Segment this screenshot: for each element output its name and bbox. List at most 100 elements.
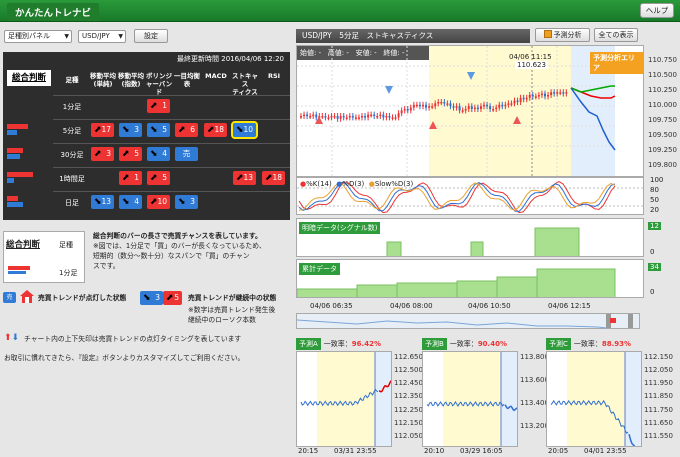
sell-strength-bar — [7, 130, 17, 135]
signal-grid: 最終更新時間 2016/04/06 12:20 総合判断 足種 移動平均 (単純… — [3, 52, 290, 220]
row-divider — [53, 95, 290, 96]
signal-cell-value: 10 — [157, 197, 167, 206]
main-chart[interactable]: 始値: - 高値: - 安値: - 終値: - 04/06 11:15 110.… — [296, 45, 644, 177]
signal-cell[interactable]: ⬊ 3 — [175, 195, 198, 209]
checkbox-icon[interactable] — [543, 30, 552, 38]
signal-cell-value: 5 — [162, 125, 167, 134]
desc-line: 総合判断のバーの長さで売買チャンスを表しています。 — [93, 232, 262, 240]
forecast-x-tick: 20:05 — [548, 447, 569, 455]
signal-count-zero: 0 — [650, 248, 655, 256]
signal-cell[interactable]: ⬈ 18 — [204, 123, 227, 137]
signal-cell[interactable]: ⬊ 4 — [119, 195, 142, 209]
y-tick: 20 — [650, 206, 659, 214]
forecast-chart[interactable] — [296, 351, 392, 447]
legend-buy-cell-value: 5 — [174, 293, 179, 302]
forecast-y-tick: 113.600 — [520, 376, 549, 384]
buy-house-icon — [20, 290, 34, 303]
desc-line: ※図では、1分足で「買」のバーが長くなっているため、 — [93, 242, 266, 250]
forecast-header[interactable]: 予測C 一致率：88.93% — [546, 338, 631, 350]
y-tick: 110.750 — [648, 56, 677, 64]
forecast-header[interactable]: 予測B 一致率：90.40% — [422, 338, 507, 350]
navigator-svg — [296, 319, 608, 329]
forecast-rate: 88.93% — [601, 340, 632, 348]
signal-count-value: 12 — [648, 222, 661, 230]
summary-header: 総合判断 — [7, 70, 51, 86]
legend-summary-label: 総合判断 — [6, 240, 41, 250]
forecast-name: 予測B — [422, 338, 447, 350]
signal-cell[interactable]: ⬈ 6 — [175, 123, 198, 137]
hover-value: 110.623 — [515, 61, 548, 69]
arrow-up-icon: ⬈ — [122, 173, 130, 183]
signal-cell[interactable]: ⬈ 10 — [147, 195, 170, 209]
y-tick: 80 — [650, 186, 659, 194]
y-tick: 109.800 — [648, 161, 677, 169]
signal-cell-value: 3 — [134, 125, 139, 134]
arrow-up-icon: ⬈ — [94, 125, 102, 135]
forecast-area-label: 予測分析エリア — [590, 52, 643, 74]
forecast-y-tick: 112.350 — [394, 392, 423, 401]
signal-cell-value: 6 — [190, 125, 195, 134]
signal-cell[interactable]: ⬊ 13 — [91, 195, 114, 209]
signal-cell[interactable]: ⬈ 18 — [262, 171, 285, 185]
show-all-button[interactable]: 全ての表示 — [594, 28, 638, 42]
signal-cell[interactable]: ⬈ 5 — [147, 171, 170, 185]
forecast-x-tick: 20:10 — [424, 447, 445, 455]
arrow-up-icon: ⬈ — [94, 149, 102, 159]
forecast-toggle[interactable]: 予測分析 — [535, 28, 590, 42]
signal-cell[interactable]: ⬈ 5 — [119, 147, 142, 161]
sell-signal-icon: 売 — [3, 292, 16, 303]
settings-button[interactable]: 設定 — [134, 29, 168, 43]
forecast-x-tick: 03/29 16:05 — [460, 447, 503, 455]
cumulative-title: 累計データ — [299, 263, 340, 275]
arrow-up-icon: ⬈ — [178, 125, 186, 135]
legend-example: 総合判断 足種 1分足 — [3, 231, 85, 283]
pair-select[interactable]: USD/JPY ▼ — [78, 30, 126, 43]
buy-strength-bar — [7, 124, 28, 129]
sd-label: Slow%D(3) — [374, 180, 414, 188]
forecast-rate-label: 一致率： — [573, 340, 602, 348]
forecast-y-tick: 111.750 — [644, 405, 673, 414]
y-tick: 109.250 — [648, 146, 677, 154]
signal-cell-value: 18 — [272, 173, 282, 182]
legend-sell-bar — [8, 271, 26, 274]
desc-line: 短期的（数分〜数十分）なスパンで「買」のチャン — [93, 252, 250, 260]
legend-lit-label: 売買トレンドが点灯した状態 — [38, 294, 127, 302]
help-button[interactable]: ヘルプ — [640, 3, 674, 18]
column-header: ボリンジ ャーバンド — [145, 72, 173, 96]
navigator-right-handle[interactable] — [628, 314, 633, 328]
forecast-y-tick: 113.400 — [520, 399, 549, 407]
k-label: %K(14) — [306, 180, 332, 188]
signal-cell[interactable]: ⬊ 5 — [147, 123, 170, 137]
forecast-chart[interactable] — [422, 351, 518, 447]
signal-cell[interactable]: ⬈ 17 — [91, 123, 114, 137]
signal-cell[interactable]: ⬈ 1 — [147, 99, 170, 113]
stochastic-legend: ●%K(14) ●%D(3) ●Slow%D(3) — [300, 180, 413, 188]
signal-cell[interactable]: ⬈ 1 — [119, 171, 142, 185]
y-tick: 100 — [650, 176, 664, 184]
signal-count-title: 明暗データ(シグナル数) — [299, 222, 381, 234]
arrow-up-icon: ⬈ — [150, 101, 158, 111]
forecast-rate-label: 一致率： — [449, 340, 478, 348]
range-navigator[interactable] — [296, 313, 640, 329]
signal-cell-value: 18 — [214, 125, 224, 134]
signal-count-panel: 明暗データ(シグナル数) — [296, 218, 644, 257]
forecast-header[interactable]: 予測A 一致率：96.42% — [296, 338, 381, 350]
legend-cont-note2: 継続中のローソク本数 — [188, 316, 256, 324]
row-divider — [53, 119, 290, 120]
signal-cell[interactable]: ⬊ 3 — [119, 123, 142, 137]
signal-cell[interactable]: ⬊ 10 — [231, 121, 258, 139]
signal-cell[interactable]: ⬊ 4 — [147, 147, 170, 161]
signal-cell[interactable]: ⬈ 3 — [91, 147, 114, 161]
legend-arrow-note: チャート内の上下矢印は売買トレンドの点灯タイミングを表しています — [24, 335, 242, 343]
forecast-y-tick: 112.450 — [394, 379, 423, 388]
forecast-x-tick: 04/01 23:55 — [584, 447, 627, 455]
forecast-x-tick: 03/31 23:55 — [334, 447, 377, 455]
signal-cell[interactable]: 売 — [175, 147, 198, 161]
signal-cell-value: 1 — [134, 173, 139, 182]
y-tick: 110.250 — [648, 86, 677, 94]
panel-select[interactable]: 足種別パネル ▼ — [4, 30, 72, 43]
forecast-chart[interactable] — [546, 351, 642, 447]
chevron-down-icon: ▼ — [118, 33, 123, 40]
row-timeframe-label: 1分足 — [62, 103, 82, 111]
signal-cell[interactable]: ⬈ 13 — [233, 171, 256, 185]
